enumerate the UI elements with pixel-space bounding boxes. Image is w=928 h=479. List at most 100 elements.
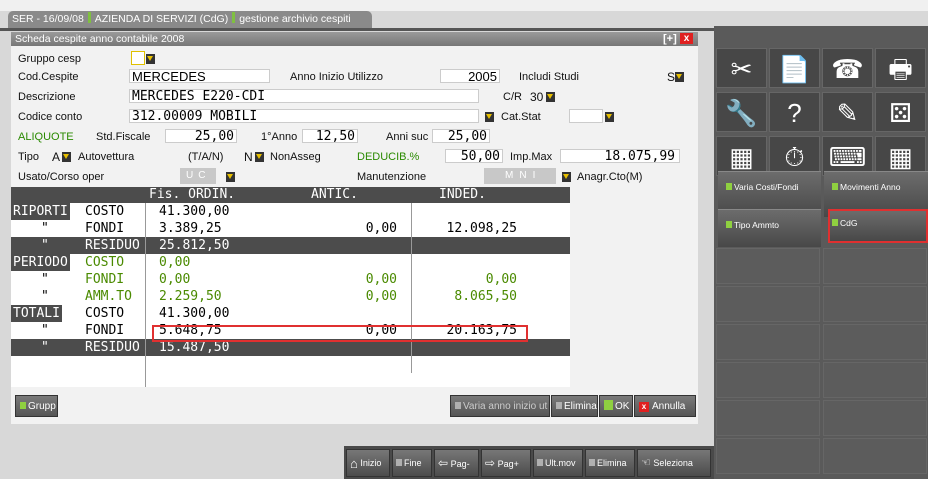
grid-cell-b: RESIDUO (85, 238, 140, 253)
tipo-value[interactable]: A (52, 150, 60, 164)
primo-anno-label: 1°Anno (261, 131, 298, 143)
movimenti-label: Movimenti Anno (840, 182, 901, 192)
elimina-dialog-button[interactable]: Elimina (551, 395, 598, 417)
gruppo-field[interactable] (131, 51, 145, 65)
grid-cell-b: FONDI (85, 221, 125, 236)
document-icon[interactable]: 📄 (769, 48, 820, 88)
varia-anno-label: Varia anno inizio ut (463, 401, 548, 412)
ultmov-button[interactable]: Ult.mov (533, 449, 583, 477)
cod-label: Cod.Cespite (18, 71, 79, 83)
descr-label: Descrizione (18, 91, 76, 103)
catstat-field[interactable] (569, 109, 603, 123)
usato-combo[interactable] (226, 171, 235, 185)
tipo-combo[interactable] (62, 151, 71, 165)
printer-icon[interactable]: 🖶 (875, 48, 926, 88)
empty-panel-slot (823, 438, 927, 474)
calculator-icon[interactable]: ▦ (716, 136, 767, 176)
printer-fax-icon[interactable]: ☎ (822, 48, 873, 88)
tan-combo[interactable] (255, 151, 264, 165)
manut-opt-i[interactable]: I (533, 170, 542, 181)
usato-opt-u[interactable]: U (186, 170, 198, 181)
scissors-icon[interactable]: ✂ (716, 48, 767, 88)
includi-value[interactable]: S (667, 70, 675, 84)
grid-cell-b: AMM.TO (85, 289, 132, 304)
anagr-label: Anagr.Cto(M) (577, 171, 643, 183)
grid-row: TOTALI COSTO 41.300,00 (11, 305, 570, 322)
inizio-label: Inizio (360, 458, 382, 468)
window-tab: SER - 16/09/08 AZIENDA DI SERVIZI (CdG) ge… (8, 11, 372, 28)
grid-cell-ord: 0,00 (159, 272, 191, 287)
tab-part-1: SER - 16/09/08 (12, 13, 84, 25)
maximize-button[interactable]: [+] (663, 33, 677, 45)
grid-cell-ord: 0,00 (159, 255, 191, 270)
right-panel: ✂ 📄 ☎ 🖶 🔧? ✎ ⚄ ▦ ⏱ ⌨ ▦ Varia Costi/Fondi Movimenti… (714, 26, 928, 479)
pag-next-button[interactable]: ⇨ Pag+ (481, 449, 531, 477)
manut-opt-m[interactable]: M (505, 170, 519, 181)
anno-label: Anno Inizio Utilizzo (290, 71, 383, 83)
stopwatch-icon[interactable]: ⏱ (769, 136, 820, 176)
grid-cell-a: " (41, 272, 49, 287)
cod-cespite-field[interactable]: MERCEDES (129, 69, 270, 83)
grid-cell-b: COSTO (85, 306, 125, 321)
varia-anno-button[interactable]: Varia anno inizio ut (450, 395, 550, 417)
anno-field[interactable]: 2005 (440, 69, 500, 83)
grid-cell-inded: 0,00 (485, 272, 517, 287)
gruppo-combo[interactable] (146, 53, 155, 67)
manut-combo[interactable] (562, 171, 571, 185)
impmax-field[interactable]: 18.075,99 (560, 149, 680, 163)
anni-suc-field[interactable]: 25,00 (432, 129, 490, 143)
values-grid: Fis. ORDIN. ANTIC. INDED. RIPORTI COSTO 41… (11, 187, 570, 387)
cdg-button[interactable]: CdG (828, 209, 928, 243)
grid-cell-a: " (41, 221, 49, 236)
close-button[interactable]: x (680, 33, 693, 44)
empty-panel-slot (716, 324, 820, 360)
grid-row: " RESIDUO 25.812,50 (11, 237, 570, 254)
usato-opt-c[interactable]: C (198, 170, 210, 181)
catstat-combo[interactable] (605, 111, 614, 125)
pag-prev-button[interactable]: ⇦ Pag- (434, 449, 479, 477)
manut-opt-n[interactable]: N (519, 170, 532, 181)
tipo-ammto-button[interactable]: Tipo Ammto (718, 209, 821, 247)
ok-button[interactable]: OK (599, 395, 633, 417)
grid-cell-a: " (41, 238, 49, 253)
fine-button[interactable]: Fine (392, 449, 432, 477)
grupp-label: Grupp (28, 401, 56, 412)
tab-part-3: gestione archivio cespiti (239, 13, 351, 25)
tipo-ammto-label: Tipo Ammto (734, 220, 780, 230)
grid-cell-b: FONDI (85, 272, 125, 287)
cr-value[interactable]: 30 (530, 90, 543, 104)
grid-cell-b: RESIDUO (85, 340, 140, 355)
empty-panel-slot (716, 286, 820, 322)
inizio-button[interactable]: ⌂ Inizio (346, 449, 390, 477)
manut-options[interactable]: MNI (505, 168, 541, 184)
pag-next-label: Pag+ (497, 459, 519, 469)
grid-icon[interactable]: ▦ (875, 136, 926, 176)
includi-combo[interactable] (675, 71, 684, 85)
keyboard-icon[interactable]: ⌨ (822, 136, 873, 176)
dice-icon[interactable]: ⚄ (875, 92, 926, 132)
stdfiscale-field[interactable]: 25,00 (165, 129, 237, 143)
help-icon[interactable]: ? (769, 92, 820, 132)
tan-label: (T/A/N) (188, 151, 224, 163)
cr-label: C/R (503, 91, 522, 103)
grupp-button[interactable]: Grupp (15, 395, 58, 417)
cr-combo[interactable] (546, 91, 555, 105)
tab-part-2: AZIENDA DI SERVIZI (CdG) (94, 13, 229, 25)
grid-row: " AMM.TO 2.259,50 0,00 8.065,50 (11, 288, 570, 305)
elimina-bottom-button[interactable]: Elimina (585, 449, 635, 477)
wrench-icon[interactable]: 🔧 (716, 92, 767, 132)
empty-panel-slot (716, 400, 820, 436)
usato-options[interactable]: UC (180, 168, 216, 184)
notepad-icon[interactable]: ✎ (822, 92, 873, 132)
annulla-button[interactable]: x Annulla (634, 395, 696, 417)
header-ordin: Fis. ORDIN. (149, 187, 236, 202)
deducib-field[interactable]: 50,00 (445, 149, 503, 163)
seleziona-button[interactable]: ☜ Seleziona (637, 449, 711, 477)
conto-combo[interactable] (485, 111, 494, 125)
primo-anno-field[interactable]: 12,50 (302, 129, 358, 143)
conto-field[interactable]: 312.00009 MOBILI (129, 109, 479, 123)
grid-cell-antic: 0,00 (365, 221, 397, 236)
empty-panel-slot (716, 248, 820, 284)
descrizione-field[interactable]: MERCEDES E220-CDI (129, 89, 479, 103)
tan-value[interactable]: N (244, 150, 253, 164)
